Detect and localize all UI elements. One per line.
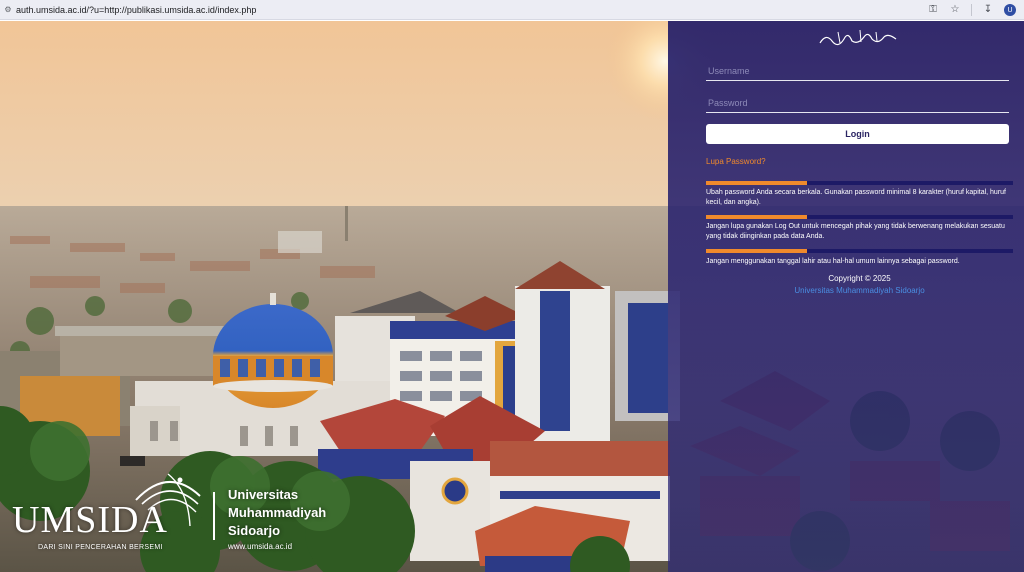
tip-divider (706, 181, 1013, 185)
umsida-logo: UMSIDA DARI SINI PENCERAHAN BERSEMI Univ… (10, 470, 350, 565)
browser-address-bar: ⚙ auth.umsida.ac.id/?u=http://publikasi.… (0, 0, 1024, 20)
logo-website: www.umsida.ac.id (228, 542, 293, 551)
forgot-password-link[interactable]: Lupa Password? (706, 157, 766, 166)
password-input[interactable] (706, 93, 1009, 113)
bookmark-star-icon[interactable]: ☆ (949, 4, 961, 16)
logo-tagline: DARI SINI PENCERAHAN BERSEMI (38, 544, 163, 551)
username-input[interactable] (706, 61, 1009, 81)
address-url[interactable]: auth.umsida.ac.id/?u=http://publikasi.um… (16, 5, 256, 15)
tip-divider (706, 215, 1013, 219)
logo-divider (213, 492, 215, 540)
username-field-wrap (706, 61, 1009, 81)
security-tip-text: Jangan menggunakan tanggal lahir atau ha… (706, 258, 960, 265)
logo-name-line2: Muhammadiyah (228, 505, 327, 520)
university-link[interactable]: Universitas Muhammadiyah Sidoarjo (706, 286, 1013, 295)
password-key-icon[interactable]: ⚿ (927, 4, 939, 16)
download-icon[interactable]: ↧ (982, 4, 994, 16)
toolbar-divider (971, 4, 972, 16)
logo-wordmark: UMSIDA (12, 499, 168, 541)
tip-divider (706, 249, 1013, 253)
copyright-text: Copyright © 2025 (828, 274, 891, 283)
logo-name-line3: Sidoarjo (228, 523, 281, 538)
logo-university-name: Universitas Muhammadiyah Sidoarjo (228, 486, 326, 540)
logo-name-line1: Universitas (228, 487, 299, 502)
password-field-wrap (706, 93, 1009, 113)
profile-avatar[interactable]: U (1004, 4, 1016, 16)
security-tip-text: Ubah password Anda secara berkala. Gunak… (706, 189, 1006, 206)
login-panel: Login Lupa Password? Ubah password Anda … (668, 21, 1024, 572)
browser-actions: ⚿ ☆ ↧ U (917, 0, 1024, 20)
bismillah-calligraphy-icon (819, 29, 897, 46)
site-info-icon[interactable]: ⚙ (3, 5, 13, 15)
security-tip-text: Jangan lupa gunakan Log Out untuk menceg… (706, 223, 1005, 240)
login-button[interactable]: Login (706, 124, 1009, 144)
